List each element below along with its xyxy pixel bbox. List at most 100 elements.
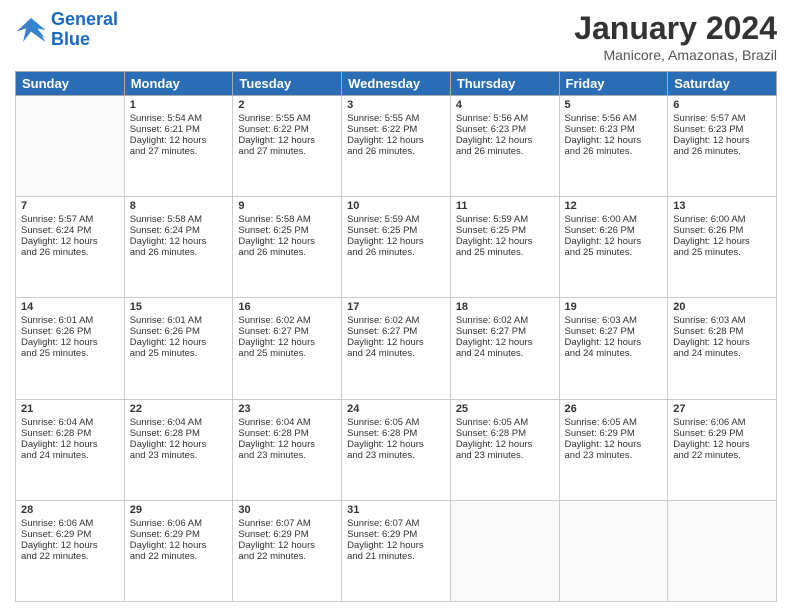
day-header-friday: Friday bbox=[559, 72, 668, 96]
calendar-cell: 9 Sunrise: 5:58 AMSunset: 6:25 PMDaylight… bbox=[233, 197, 342, 298]
day-info-line: Sunset: 6:24 PM bbox=[130, 225, 228, 236]
calendar-cell: 3Sunrise: 5:55 AMSunset: 6:22 PMDaylight… bbox=[342, 96, 451, 197]
calendar-body: 1Sunrise: 5:54 AMSunset: 6:21 PMDaylight… bbox=[16, 96, 777, 602]
week-row-5: 28 Sunrise: 6:06 AM Sunset: 6:29 PM Dayligh… bbox=[16, 500, 777, 601]
day-number: 18 bbox=[456, 301, 554, 313]
day-info-line: Sunset: 6:26 PM bbox=[673, 225, 771, 236]
day-info-line: Daylight: 12 hours bbox=[130, 337, 228, 348]
day-info-line: Sunset: 6:28 PM bbox=[130, 428, 228, 439]
day-info-line: and 26 minutes. bbox=[238, 247, 336, 258]
calendar-cell: 22Sunrise: 6:04 AMSunset: 6:28 PMDayligh… bbox=[124, 399, 233, 500]
day-info-line: and 26 minutes. bbox=[673, 146, 771, 157]
day-info-line: and 23 minutes. bbox=[565, 450, 663, 461]
day-info-line: Daylight: 12 hours bbox=[130, 236, 228, 247]
calendar-header: SundayMondayTuesdayWednesdayThursdayFrid… bbox=[16, 72, 777, 96]
calendar-cell: 19Sunrise: 6:03 AMSunset: 6:27 PMDayligh… bbox=[559, 298, 668, 399]
day-info-line: Daylight: 12 hours bbox=[21, 337, 119, 348]
day-number: 1 bbox=[130, 99, 228, 111]
week-row-1: 1Sunrise: 5:54 AMSunset: 6:21 PMDaylight… bbox=[16, 96, 777, 197]
day-info-line: Sunrise: 6:01 AM bbox=[130, 315, 228, 326]
calendar-cell: 23Sunrise: 6:04 AMSunset: 6:28 PMDayligh… bbox=[233, 399, 342, 500]
day-number: 28 bbox=[21, 504, 119, 516]
day-info-line: Daylight: 12 hours bbox=[238, 236, 336, 247]
calendar-cell: 16Sunrise: 6:02 AMSunset: 6:27 PMDayligh… bbox=[233, 298, 342, 399]
calendar-cell: 14Sunrise: 6:01 AMSunset: 6:26 PMDayligh… bbox=[16, 298, 125, 399]
day-info-line: Daylight: 12 hours bbox=[21, 236, 119, 247]
day-info-line: Sunset: 6:27 PM bbox=[565, 326, 663, 337]
day-info-line: Daylight: 12 hours bbox=[456, 135, 554, 146]
day-number: 9 bbox=[238, 200, 336, 212]
day-info-line: Sunset: 6:28 PM bbox=[238, 428, 336, 439]
calendar-cell bbox=[450, 500, 559, 601]
day-info-line: Daylight: 12 hours bbox=[238, 439, 336, 450]
day-number: 2 bbox=[238, 99, 336, 111]
day-info-line: Sunset: 6:28 PM bbox=[21, 428, 119, 439]
day-info-line: Sunset: 6:22 PM bbox=[347, 124, 445, 135]
day-header-saturday: Saturday bbox=[668, 72, 777, 96]
day-info-line: and 26 minutes. bbox=[21, 247, 119, 258]
location: Manicore, Amazonas, Brazil bbox=[574, 47, 777, 63]
day-number: 4 bbox=[456, 99, 554, 111]
day-info-line: Sunrise: 5:58 AM bbox=[130, 214, 228, 225]
day-header-sunday: Sunday bbox=[16, 72, 125, 96]
day-info-line: Sunset: 6:25 PM bbox=[238, 225, 336, 236]
day-number: 23 bbox=[238, 403, 336, 415]
day-number: 31 bbox=[347, 504, 445, 516]
day-info-line: Sunrise: 6:05 AM bbox=[347, 417, 445, 428]
calendar-cell: 27Sunrise: 6:06 AMSunset: 6:29 PMDayligh… bbox=[668, 399, 777, 500]
day-info-line: Sunset: 6:29 PM bbox=[238, 529, 336, 540]
day-info-line: Sunrise: 5:57 AM bbox=[673, 113, 771, 124]
calendar-cell: 1Sunrise: 5:54 AMSunset: 6:21 PMDaylight… bbox=[124, 96, 233, 197]
day-info-line: Sunset: 6:27 PM bbox=[347, 326, 445, 337]
calendar-cell: 17Sunrise: 6:02 AMSunset: 6:27 PMDayligh… bbox=[342, 298, 451, 399]
day-info-line: and 26 minutes. bbox=[565, 146, 663, 157]
day-info-line: Sunset: 6:25 PM bbox=[347, 225, 445, 236]
day-info-line: Sunset: 6:26 PM bbox=[565, 225, 663, 236]
calendar-cell: 18Sunrise: 6:02 AMSunset: 6:27 PMDayligh… bbox=[450, 298, 559, 399]
day-info-line: Sunrise: 5:58 AM bbox=[238, 214, 336, 225]
day-info-line: Sunrise: 6:06 AM bbox=[21, 518, 119, 529]
day-info-line: Sunrise: 6:04 AM bbox=[130, 417, 228, 428]
calendar-cell: 13Sunrise: 6:00 AMSunset: 6:26 PMDayligh… bbox=[668, 197, 777, 298]
calendar-cell: 7Sunrise: 5:57 AMSunset: 6:24 PMDaylight… bbox=[16, 197, 125, 298]
day-info-line: Sunset: 6:28 PM bbox=[456, 428, 554, 439]
calendar-cell: 31Sunrise: 6:07 AMSunset: 6:29 PMDayligh… bbox=[342, 500, 451, 601]
day-number: 8 bbox=[130, 200, 228, 212]
calendar-cell: 29Sunrise: 6:06 AMSunset: 6:29 PMDayligh… bbox=[124, 500, 233, 601]
header: General Blue January 2024 Manicore, Amaz… bbox=[15, 10, 777, 63]
day-info-line: and 23 minutes. bbox=[347, 450, 445, 461]
day-info-line: and 25 minutes. bbox=[673, 247, 771, 258]
day-info-line: Daylight: 12 hours bbox=[673, 236, 771, 247]
day-info-line: and 21 minutes. bbox=[347, 551, 445, 562]
day-info-line: and 25 minutes. bbox=[565, 247, 663, 258]
calendar-cell: 28Sunrise: 6:06 AMSunset: 6:29 PMDayligh… bbox=[16, 500, 125, 601]
calendar-cell bbox=[668, 500, 777, 601]
day-info-line: Sunset: 6:26 PM bbox=[130, 326, 228, 337]
day-info-line: Daylight: 12 hours bbox=[347, 236, 445, 247]
day-number: 6 bbox=[673, 99, 771, 111]
calendar-cell: 30Sunrise: 6:07 AMSunset: 6:29 PMDayligh… bbox=[233, 500, 342, 601]
day-number: 20 bbox=[673, 301, 771, 313]
day-number: 27 bbox=[673, 403, 771, 415]
logo-icon bbox=[15, 14, 47, 46]
day-number: 12 bbox=[565, 200, 663, 212]
day-info-line: Sunrise: 6:05 AM bbox=[456, 417, 554, 428]
day-info-line: Sunrise: 5:56 AM bbox=[456, 113, 554, 124]
day-info-line: and 22 minutes. bbox=[130, 551, 228, 562]
day-number: 29 bbox=[130, 504, 228, 516]
calendar-cell: 4Sunrise: 5:56 AMSunset: 6:23 PMDaylight… bbox=[450, 96, 559, 197]
day-info-line: Sunrise: 5:57 AM bbox=[21, 214, 119, 225]
logo-text: General Blue bbox=[51, 10, 118, 50]
day-info-line: and 26 minutes. bbox=[347, 146, 445, 157]
month-title: January 2024 bbox=[574, 10, 777, 47]
day-info-line: Daylight: 12 hours bbox=[673, 439, 771, 450]
day-info-line: Daylight: 12 hours bbox=[130, 439, 228, 450]
day-info-line: Sunset: 6:24 PM bbox=[21, 225, 119, 236]
calendar-cell: 26Sunrise: 6:05 AMSunset: 6:29 PMDayligh… bbox=[559, 399, 668, 500]
day-number: 26 bbox=[565, 403, 663, 415]
day-info-line: and 23 minutes. bbox=[130, 450, 228, 461]
day-info-line: and 22 minutes. bbox=[238, 551, 336, 562]
day-number: 19 bbox=[565, 301, 663, 313]
day-info-line: Daylight: 12 hours bbox=[565, 135, 663, 146]
day-info-line: Daylight: 12 hours bbox=[130, 540, 228, 551]
